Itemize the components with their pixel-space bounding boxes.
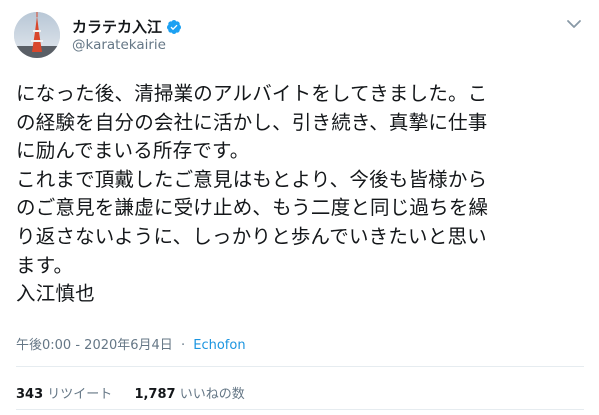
author-handle[interactable]: @karatekairie [72,37,166,53]
tweet-text-line: になった後、清掃業のアルバイトをしてきました。こ [16,82,488,105]
tweet-date-separator-space: - [75,338,85,353]
divider [16,409,584,410]
author-name-text[interactable]: カラテカ入江 [72,16,162,37]
retweets-count: 343 [16,387,44,402]
tweet-date[interactable]: 2020年6月4日 [84,338,173,353]
divider [16,366,584,367]
likes-label: いいねの数 [179,387,245,402]
tweet-text-line: のご意見を謙虚に受け止め、もう二度と同じ過ちを繰 [16,196,489,220]
likes-stat[interactable]: 1,787 いいねの数 [134,387,244,402]
tweet-meta: 午後0:00 - 2020年6月4日 · Echofon [16,334,246,353]
tweet-text-line: の経験を自分の会社に活かし、引き続き、真摯に仕事 [16,110,488,134]
retweets-stat[interactable]: 343 リツイート [16,387,116,402]
tweet-source-link[interactable]: Echofon [193,338,245,353]
meta-separator: · [180,338,186,353]
chevron-down-icon[interactable] [566,18,582,30]
avatar[interactable] [14,12,60,58]
verified-badge-icon [167,19,182,34]
tweet-text: になった後、清掃業のアルバイトをしてきました。こ の経験を自分の会社に活かし、引… [16,80,588,309]
tweet-card: カラテカ入江 @karatekairie になった後、清掃業のアルバイトをしてき… [0,0,599,415]
retweets-label: リツイート [47,387,113,402]
tweet-text-line: これまで頂戴したご意見はもとより、今後も皆様から [16,167,488,191]
tweet-time[interactable]: 午後0:00 [16,338,71,353]
author-display-name[interactable]: カラテカ入江 [72,16,182,37]
tweet-text-line: 入江慎也 [16,282,95,306]
tweet-text-line: に励んでまいる所存です。 [16,139,250,163]
likes-count: 1,787 [134,387,176,402]
tweet-stats: 343 リツイート 1,787 いいねの数 [16,383,263,402]
tokyo-tower-avatar-icon [14,12,60,58]
tweet-text-line: ます。 [16,253,74,277]
tweet-text-line: り返さないように、しっかりと歩んでいきたいと思い [16,224,487,248]
